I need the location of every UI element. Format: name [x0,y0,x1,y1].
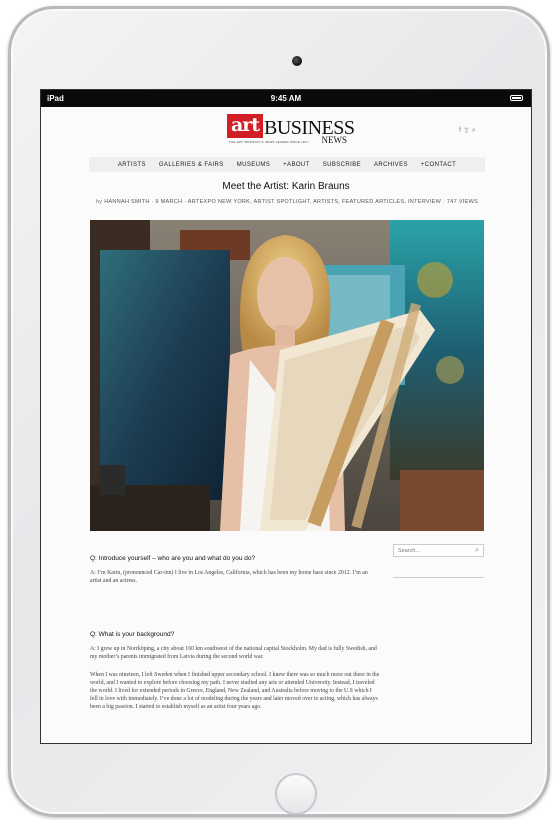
answer-2: A: I grew up in Norrköping, a city about… [90,646,377,660]
nav-item-museums[interactable]: MUSEUMS [237,162,270,168]
article-photo [90,220,484,531]
twitter-icon[interactable]: 𝕋 [464,127,469,135]
main-nav: ARTISTS GALLERIES & FAIRS MUSEUMS +ABOUT… [89,157,485,172]
nav-item-archives[interactable]: ARCHIVES [374,162,408,168]
search-icon[interactable]: ⌕ [472,127,476,135]
byline-details[interactable]: HANNAH SMITH · 9 MARCH · ARTEXPO NEW YOR… [104,199,478,205]
byline-by: by [95,199,103,205]
site-logo[interactable]: art BUSINESS NEWS THE ART INDUSTRY'S NEW… [227,114,355,147]
camera-icon [292,56,302,66]
nav-item-artists[interactable]: ARTISTS [118,162,146,168]
logo-art-text: art [227,114,263,138]
social-links: f 𝕋 ⌕ [459,127,476,135]
question-1: Q: Introduce yourself – who are you and … [90,555,256,562]
sidebar-search: ⌕ [393,544,484,557]
question-2: Q: What is your background? [90,631,175,638]
logo-news-text: NEWS [321,135,348,145]
nav-item-contact[interactable]: +CONTACT [421,162,456,168]
status-time: 9:45 AM [270,94,302,103]
logo-tagline: THE ART INDUSTRY'S NEWS LEADER SINCE 197… [229,140,309,144]
facebook-icon[interactable]: f [459,127,461,135]
article-title: Meet the Artist: Karin Brauns [222,181,350,192]
status-bar: iPad 9:45 AM [41,90,531,107]
nav-item-subscribe[interactable]: SUBSCRIBE [323,162,361,168]
sidebar-divider [393,577,484,578]
article-byline: by HANNAH SMITH · 9 MARCH · ARTEXPO NEW … [91,198,483,206]
article-body: Q: Introduce yourself – who are you and … [90,555,380,721]
search-icon[interactable]: ⌕ [475,547,479,555]
artist-portrait-image [90,220,484,531]
screen: iPad 9:45 AM art BUSINESS NEWS THE ART I… [40,89,532,744]
home-button[interactable] [275,773,317,815]
battery-icon [510,95,523,101]
nav-item-galleries[interactable]: GALLERIES & FAIRS [159,162,224,168]
answer-1: A: I’m Karin, (pronounced Car-inn) I liv… [90,570,368,584]
nav-item-about[interactable]: +ABOUT [283,162,310,168]
answer-2-continued: When I was nineteen, I left Sweden when … [90,672,380,710]
search-input[interactable] [398,547,468,554]
